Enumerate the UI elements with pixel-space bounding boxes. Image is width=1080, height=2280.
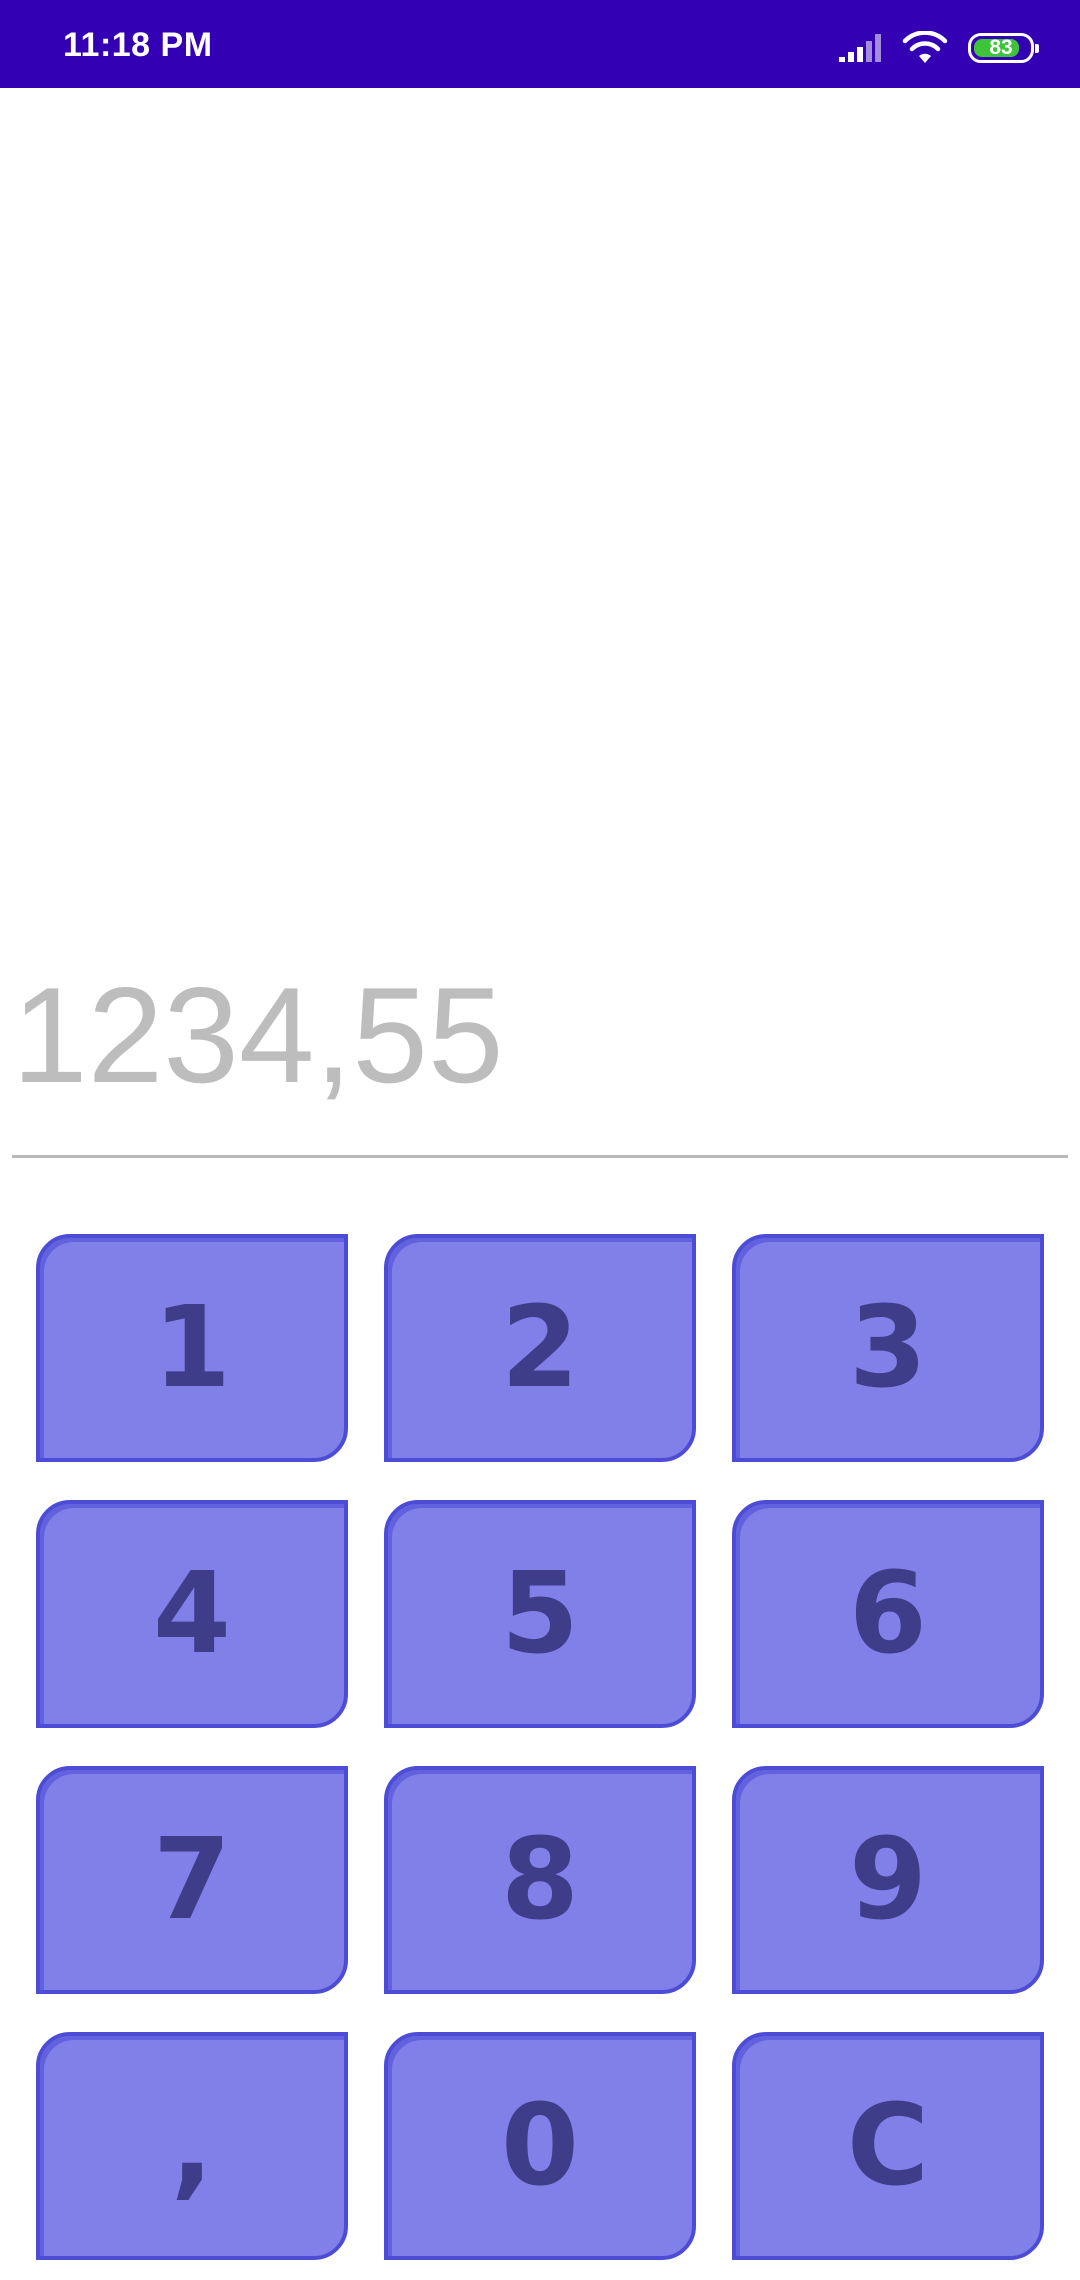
status-bar: 11:18 PM 83: [0, 0, 1080, 88]
key-label: 4: [153, 1549, 231, 1679]
battery-level: 83: [989, 36, 1013, 59]
key-label: 0: [501, 2081, 579, 2211]
key-1-button[interactable]: 1: [36, 1234, 348, 1462]
key-label: 2: [501, 1283, 579, 1413]
key-8-button[interactable]: 8: [384, 1766, 696, 1994]
key-label: C: [846, 2081, 930, 2211]
key-7-button[interactable]: 7: [36, 1766, 348, 1994]
key-label: 1: [153, 1283, 231, 1413]
key-comma-button[interactable]: ,: [36, 2032, 348, 2260]
amount-display[interactable]: [12, 970, 1068, 1100]
key-9-button[interactable]: 9: [732, 1766, 1044, 1994]
status-icons: 83: [838, 28, 1039, 68]
key-label: 7: [153, 1815, 231, 1945]
key-0-button[interactable]: 0: [384, 2032, 696, 2260]
key-3-button[interactable]: 3: [732, 1234, 1044, 1462]
key-clear-button[interactable]: C: [732, 2032, 1044, 2260]
key-label: 5: [501, 1549, 579, 1679]
status-time: 11:18 PM: [63, 26, 213, 64]
key-2-button[interactable]: 2: [384, 1234, 696, 1462]
keypad: 1 2 3 4 5 6 7 8 9, 0 C: [36, 1234, 1044, 2260]
key-label: ,: [170, 2081, 214, 2211]
key-5-button[interactable]: 5: [384, 1500, 696, 1728]
key-6-button[interactable]: 6: [732, 1500, 1044, 1728]
key-4-button[interactable]: 4: [36, 1500, 348, 1728]
battery-icon: 83: [968, 33, 1039, 63]
key-label: 8: [501, 1815, 579, 1945]
key-label: 9: [849, 1815, 927, 1945]
key-label: 3: [849, 1283, 927, 1413]
battery-tip: [1035, 44, 1039, 53]
amount-input[interactable]: [12, 970, 1068, 1100]
display-underline: [12, 1155, 1068, 1158]
wifi-icon: [902, 31, 948, 63]
signal-icon: [839, 34, 881, 62]
key-label: 6: [849, 1549, 927, 1679]
